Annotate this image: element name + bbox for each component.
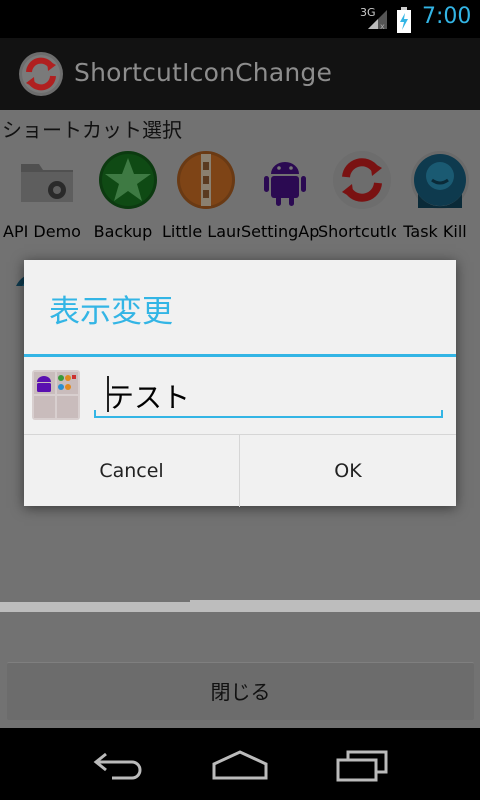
section-heading: ショートカット選択	[2, 118, 182, 142]
app-item-label: SettingApp	[241, 222, 319, 241]
input-underline	[94, 410, 443, 418]
app-item-label: API Demos	[3, 222, 81, 241]
clock: 7:00	[422, 4, 472, 29]
close-button[interactable]: 閉じる	[7, 662, 474, 720]
action-bar: ShortcutIconChange	[0, 38, 480, 110]
app-item-label: Task Kill	[403, 222, 467, 241]
navigation-bar	[0, 728, 480, 800]
divider-strip	[0, 602, 190, 612]
green-star-icon	[99, 151, 157, 209]
divider-strip	[190, 600, 480, 612]
dialog-title: 表示変更	[49, 294, 173, 330]
app-title: ShortcutIconChange	[74, 58, 333, 87]
folder-gear-icon	[21, 164, 73, 202]
ok-button[interactable]: OK	[240, 435, 456, 507]
name-input[interactable]: テスト	[106, 376, 426, 416]
rename-dialog: 表示変更 テスト Cancel OK	[24, 260, 456, 507]
name-input-field[interactable]: テスト	[94, 374, 443, 420]
sync-refresh-icon	[333, 151, 391, 209]
svg-text:x: x	[380, 22, 385, 30]
task-kill-face-icon	[411, 151, 469, 209]
battery-charging-icon	[397, 7, 411, 33]
app-item-label: ShortcutIconChange	[318, 222, 396, 241]
app-item-label: Little Launcher	[162, 222, 240, 241]
android-robot-icon	[264, 162, 306, 206]
orange-zipper-icon	[177, 151, 235, 209]
home-icon[interactable]	[210, 750, 270, 780]
recents-icon[interactable]	[334, 750, 390, 782]
app-item-label: Backup	[93, 222, 153, 241]
signal-icon: x	[368, 10, 387, 30]
cancel-button[interactable]: Cancel	[24, 435, 240, 507]
dialog-title-divider	[24, 354, 456, 357]
status-bar: 3G x 7:00	[0, 0, 480, 38]
sync-refresh-icon	[19, 52, 63, 96]
dialog-button-row: Cancel OK	[24, 434, 456, 507]
back-icon[interactable]	[92, 750, 148, 780]
folder-thumbnail-icon[interactable]	[32, 370, 80, 420]
